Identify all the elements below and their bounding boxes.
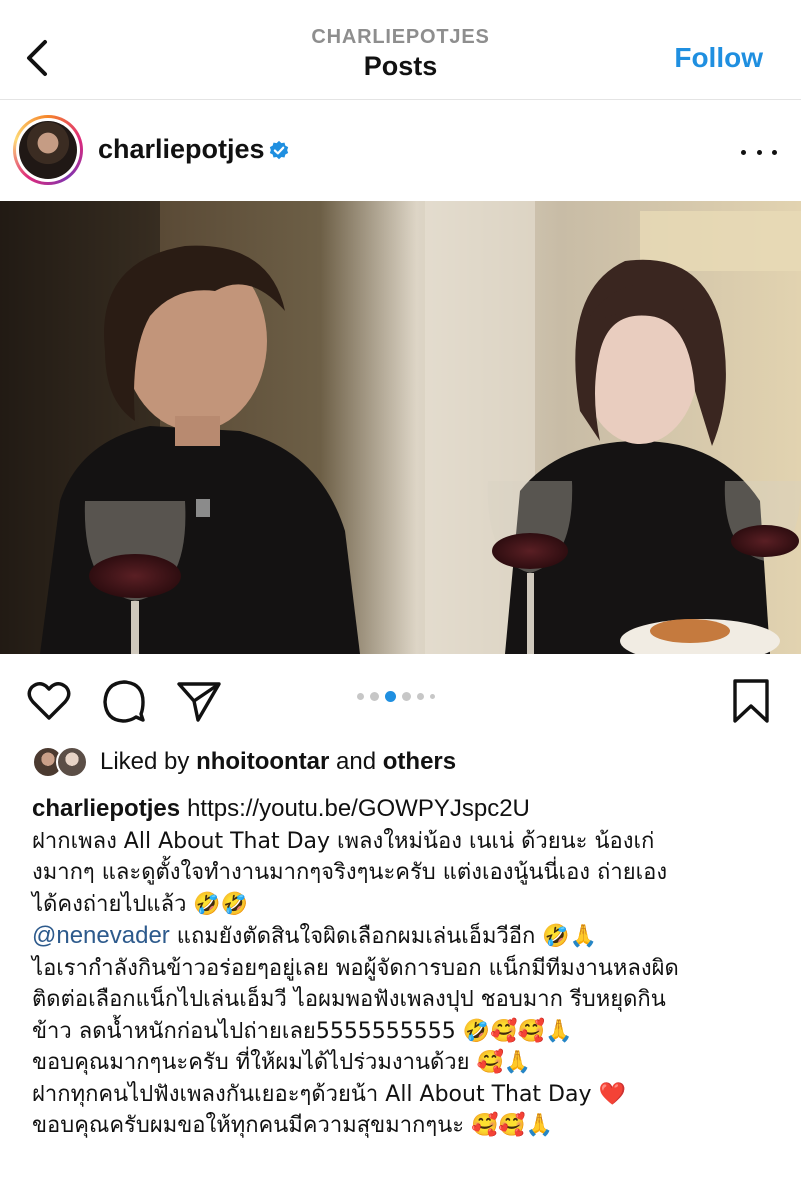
- caption-line: ฝากทุกคนไปฟังเพลงกันเยอะๆด้วยน้า All Abo…: [32, 1081, 626, 1107]
- follow-button[interactable]: Follow: [674, 42, 763, 74]
- caption-username[interactable]: charliepotjes: [32, 795, 180, 822]
- caption-line: งมากๆ และดูตั้งใจทำงานมากๆจริงๆนะครับ แต…: [32, 860, 668, 885]
- avatar-image: [19, 121, 77, 179]
- caption-line: ได้คงถ่ายไปแล้ว 🤣🤣: [32, 891, 249, 917]
- caption-link[interactable]: https://youtu.be/GOWPYJspc2U: [187, 795, 530, 822]
- post-image[interactable]: [0, 201, 801, 654]
- carousel-dot: [402, 691, 411, 701]
- caption-line: ข้าว ลดน้ำหนักก่อนไปถ่ายเลย5555555555 🤣🥰…: [32, 1018, 573, 1044]
- comment-icon[interactable]: [101, 678, 147, 724]
- top-nav-bar: CHARLIEPOTJES Posts Follow: [0, 0, 801, 100]
- liker-avatar: [56, 746, 88, 778]
- likes-row[interactable]: Liked by nhoitoontar and others: [32, 744, 792, 784]
- caption-line: ขอบคุณมากๆนะครับ ที่ให้ผมได้ไปร่วมงานด้ว…: [32, 1050, 532, 1075]
- caption-line: ขอบคุณครับผมขอให้ทุกคนมีความสุขมากๆนะ 🥰🥰…: [32, 1113, 554, 1138]
- bookmark-icon[interactable]: [728, 678, 774, 724]
- carousel-dot: [417, 692, 424, 700]
- caption-line: ฝากเพลง All About That Day เพลงใหม่น้อง …: [32, 828, 655, 854]
- carousel-dot: [357, 692, 364, 700]
- likes-others[interactable]: others: [383, 748, 456, 775]
- caption-line: ไอเรากำลังกินข้าวอร่อยๆอยู่เลย พอผู้จัดก…: [32, 955, 679, 981]
- carousel-dot: [370, 691, 379, 701]
- carousel-dot-active: [385, 690, 396, 702]
- caption-line: ติดต่อเลือกแน็กไปเล่นเอ็มวี ไอผมพอฟังเพล…: [32, 987, 666, 1012]
- more-options-button[interactable]: [741, 140, 777, 164]
- post-image-illustration: [0, 201, 801, 654]
- post-username[interactable]: charliepotjes: [98, 134, 265, 165]
- liker-username[interactable]: nhoitoontar: [196, 748, 329, 775]
- profile-avatar[interactable]: [13, 115, 83, 185]
- carousel-indicator: [357, 690, 467, 702]
- verified-badge-icon: [269, 140, 289, 160]
- more-horizontal-icon: [741, 149, 746, 155]
- post-caption: charliepotjes https://youtu.be/GOWPYJspc…: [32, 793, 782, 1142]
- caption-mention[interactable]: @nenevader: [32, 922, 170, 949]
- post-header: charliepotjes: [0, 100, 801, 201]
- paper-plane-icon[interactable]: [176, 678, 222, 724]
- heart-icon[interactable]: [26, 678, 72, 724]
- likes-text: Liked by nhoitoontar and others: [100, 748, 457, 775]
- carousel-dot: [430, 693, 435, 699]
